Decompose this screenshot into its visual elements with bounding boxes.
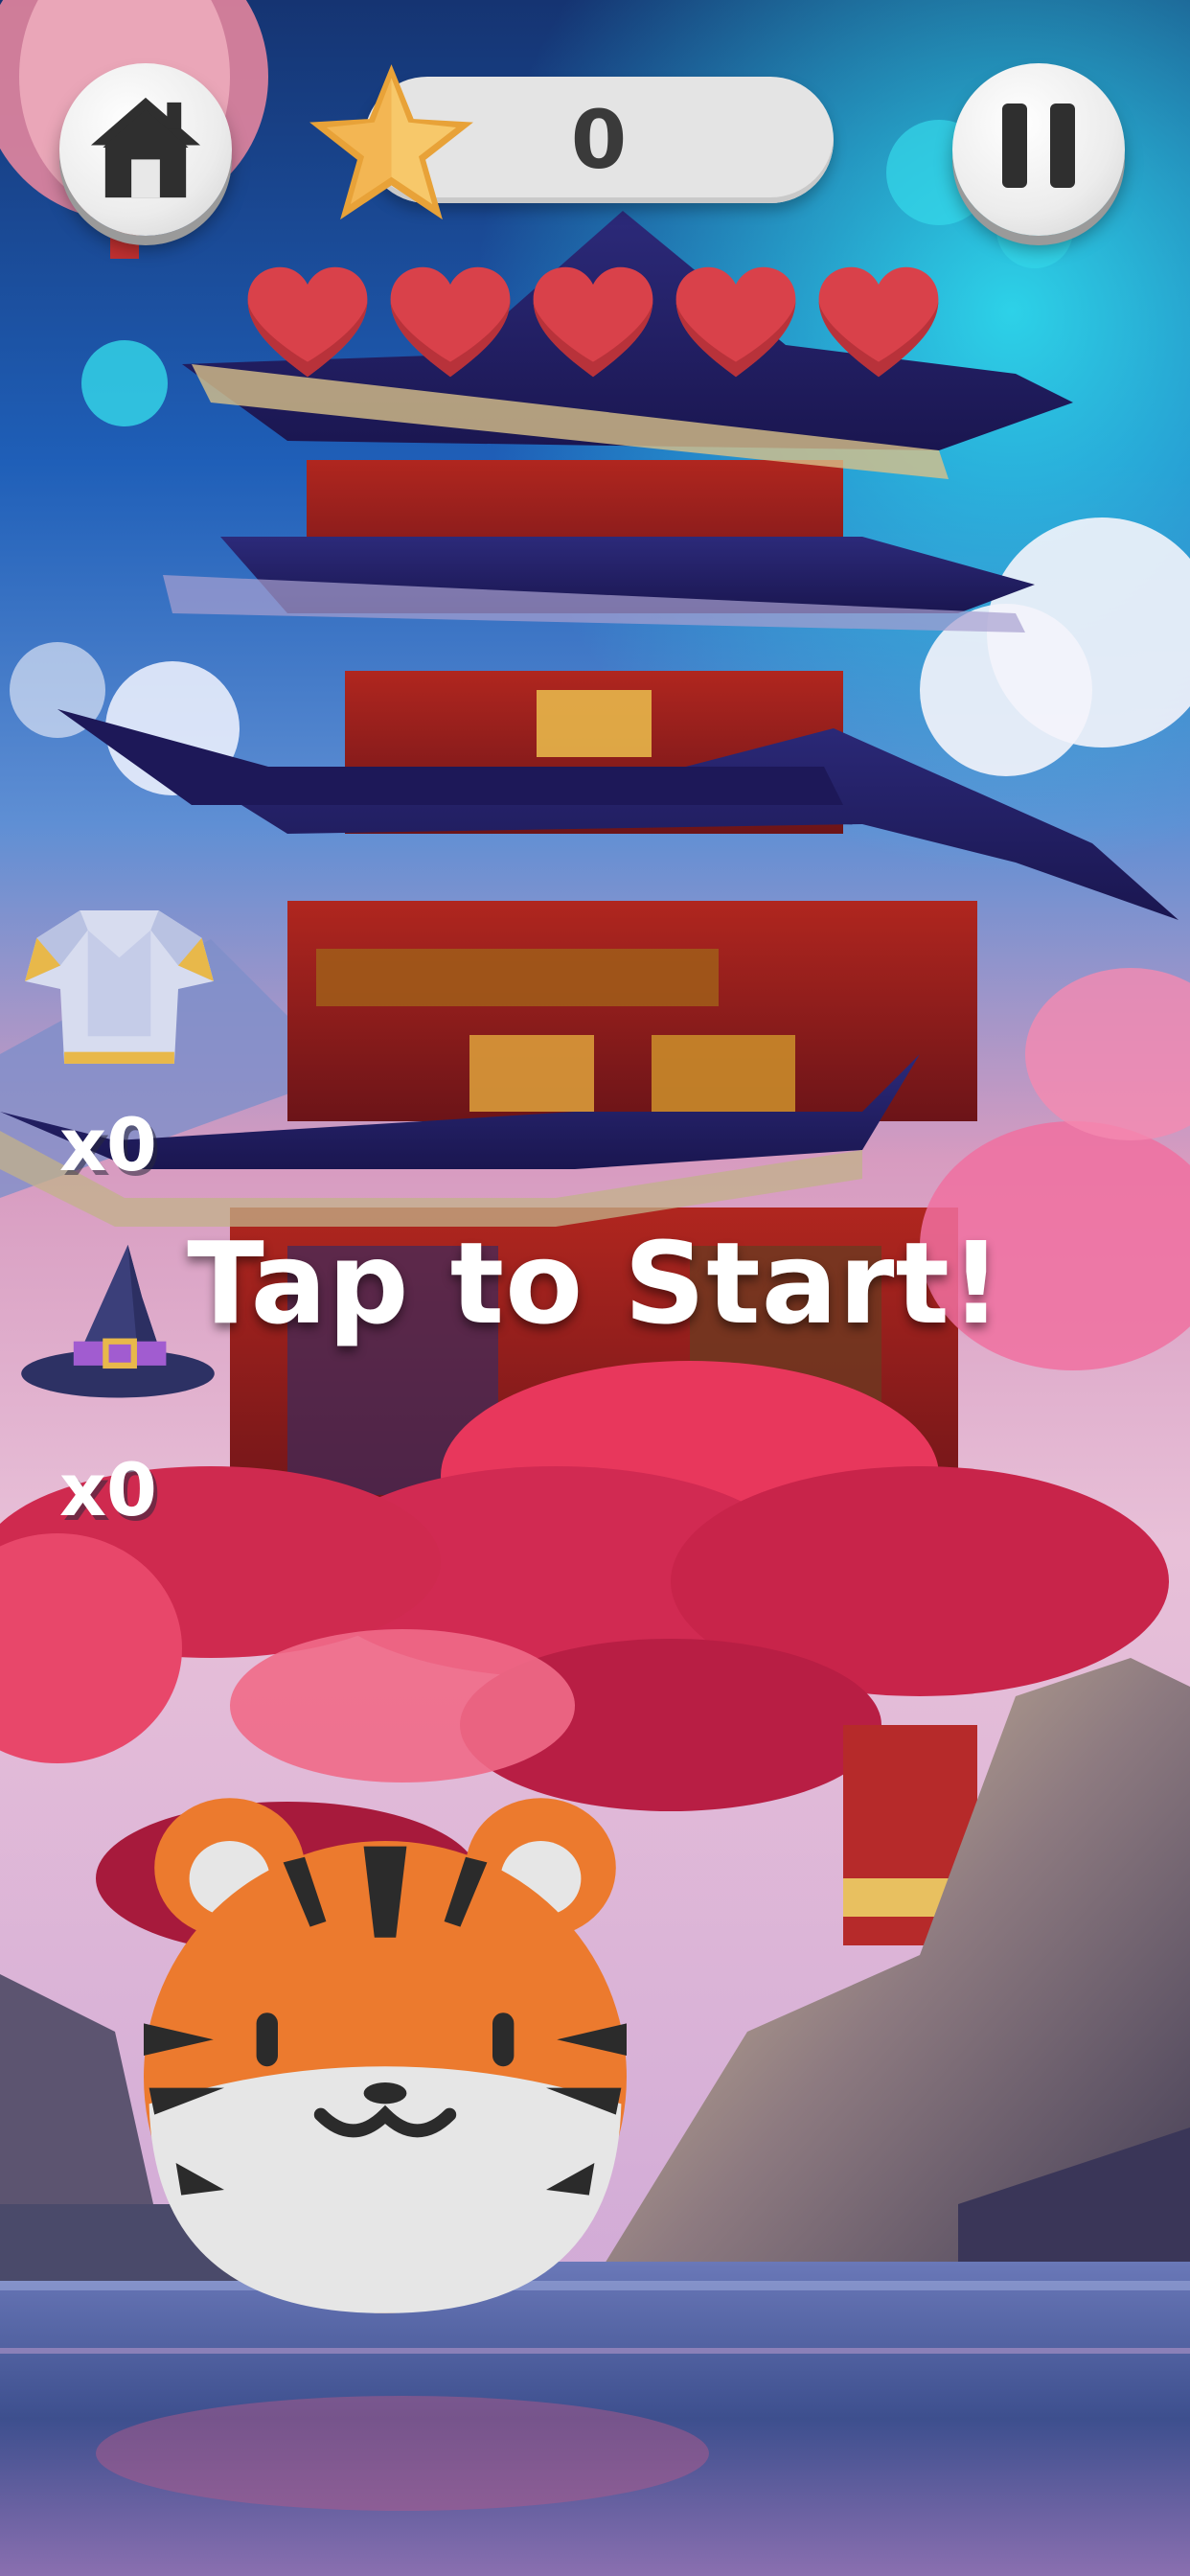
heart-icon [675,266,796,378]
game-screen[interactable]: 0 x0 x0 Tap to Start! [0,0,1190,2576]
heart-icon [247,266,368,378]
armor-icon [25,910,214,1064]
armor-count: x0 [59,1102,157,1187]
tiger-face-icon[interactable] [117,1782,653,2329]
wizard-hat-count: x0 [59,1447,157,1532]
home-icon [90,97,201,198]
score-value: 0 [570,93,628,187]
pause-icon [1002,104,1075,188]
heart-icon [818,266,939,378]
heart-icon [533,266,653,378]
tap-to-start-prompt[interactable]: Tap to Start! [0,1217,1190,1349]
home-button[interactable] [59,63,232,236]
pause-button[interactable] [952,63,1125,236]
heart-icon [390,266,511,378]
